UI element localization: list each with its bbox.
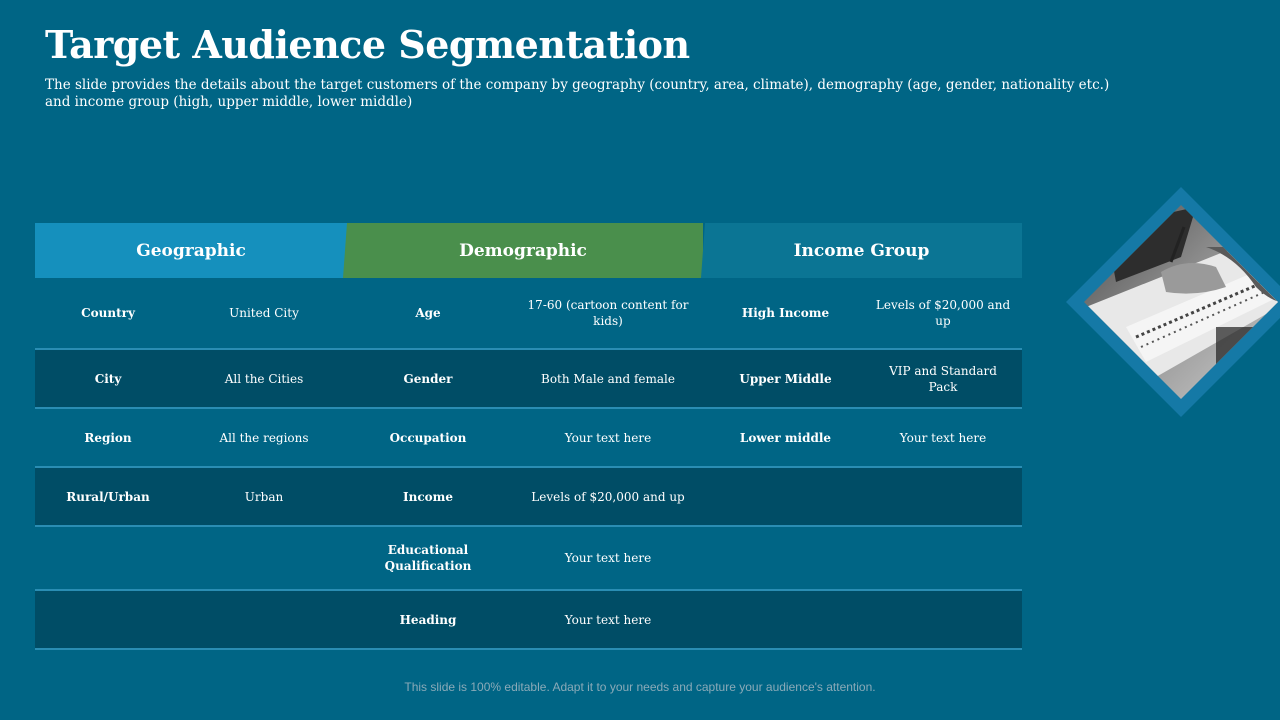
demo-label: Age <box>415 306 441 320</box>
header-demographic: Demographic <box>343 223 703 278</box>
income-value: VIP and Standard Pack <box>889 363 997 394</box>
footer-note: This slide is 100% editable. Adapt it to… <box>404 680 876 694</box>
demo-label: Heading <box>399 612 457 627</box>
geo-value: All the Cities <box>224 371 304 386</box>
demo-value: Your text here <box>564 612 652 627</box>
income-value: Levels of $20,000 and up <box>875 298 1011 328</box>
table-row: Heading Your text here <box>35 591 1022 650</box>
geo-label: City <box>94 371 122 386</box>
demo-value: 17-60 (cartoon content for kids) <box>527 298 689 328</box>
demo-value: Your text here <box>564 551 652 565</box>
geo-label: Rural/Urban <box>66 489 150 504</box>
table-row: City All the Cities Gender Both Male and… <box>35 350 1022 409</box>
segmentation-table: Geographic Demographic Income Group Coun… <box>35 223 1022 650</box>
geo-label: Country <box>81 306 135 320</box>
slide-subtitle: The slide provides the details about the… <box>45 77 1110 110</box>
table-header: Geographic Demographic Income Group <box>35 223 1022 278</box>
geo-value: United City <box>229 306 299 320</box>
demo-label: Income <box>403 489 453 504</box>
geo-value: Urban <box>244 489 284 504</box>
table-row: Region All the regions Occupation Your t… <box>35 409 1022 468</box>
income-label: High Income <box>741 306 830 320</box>
table-row: Rural/Urban Urban Income Levels of $20,0… <box>35 468 1022 527</box>
geo-value: All the regions <box>219 430 309 445</box>
demo-label: Occupation <box>389 430 467 445</box>
geo-label: Region <box>84 430 132 445</box>
demo-label: Educational Qualification <box>384 543 472 573</box>
table-row: Educational Qualification Your text here <box>35 527 1022 591</box>
photo-writing-notebook-icon <box>1066 187 1280 417</box>
slide-title: Target Audience Segmentation <box>45 22 690 67</box>
income-label: Lower middle <box>739 430 832 445</box>
demo-value: Levels of $20,000 and up <box>531 489 685 504</box>
demo-value: Your text here <box>564 430 652 445</box>
income-value: Your text here <box>899 430 987 445</box>
income-label: Upper Middle <box>739 371 832 386</box>
table-row: Country United City Age 17-60 (cartoon c… <box>35 278 1022 350</box>
header-geographic: Geographic <box>35 223 347 278</box>
header-income-group: Income Group <box>701 223 1022 278</box>
diamond-photo-frame <box>1066 187 1280 417</box>
demo-value: Both Male and female <box>541 371 675 386</box>
demo-label: Gender <box>403 371 453 386</box>
